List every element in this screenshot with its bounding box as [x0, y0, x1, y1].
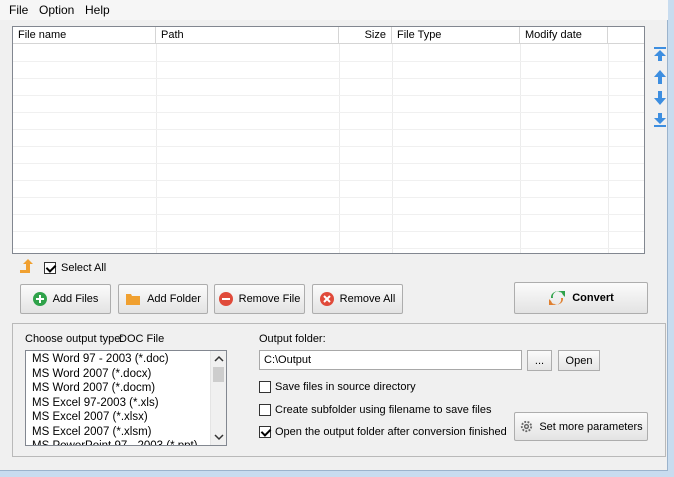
- grid-row-line: [13, 95, 644, 96]
- grid-column-line: [520, 44, 521, 253]
- browse-button[interactable]: ...: [527, 350, 552, 371]
- grid-column-line: [608, 44, 609, 253]
- column-header-blank: [608, 27, 644, 44]
- column-header-file-type[interactable]: File Type: [392, 27, 520, 44]
- menu-option[interactable]: Option: [39, 3, 74, 17]
- output-type-label: Choose output type:: [25, 333, 124, 345]
- menu-help[interactable]: Help: [85, 3, 110, 17]
- grid-row-line: [13, 180, 644, 181]
- grid-row-line: [13, 112, 644, 113]
- file-list-table[interactable]: File name Path Size File Type Modify dat…: [12, 26, 645, 254]
- column-header-modify-date[interactable]: Modify date: [520, 27, 608, 44]
- open-after-label: Open the output folder after conversion …: [275, 426, 507, 438]
- output-settings-panel: Choose output type: DOC File MS Word 97 …: [12, 323, 666, 457]
- select-all-checkbox[interactable]: [44, 262, 56, 274]
- output-type-list[interactable]: MS Word 97 - 2003 (*.doc) MS Word 2007 (*…: [25, 350, 227, 446]
- remove-file-button[interactable]: Remove File: [214, 284, 305, 314]
- grid-row-line: [13, 146, 644, 147]
- open-button[interactable]: Open: [558, 350, 600, 371]
- convert-button[interactable]: Convert: [514, 282, 648, 314]
- remove-all-button[interactable]: Remove All: [312, 284, 403, 314]
- grid-row-line: [13, 129, 644, 130]
- create-subfolder-label: Create subfolder using filename to save …: [275, 404, 492, 416]
- add-files-label: Add Files: [52, 293, 99, 305]
- add-folder-button[interactable]: Add Folder: [118, 284, 208, 314]
- output-type-item[interactable]: MS Excel 97-2003 (*.xls): [32, 397, 159, 409]
- app-window: File Option Help File name Path Size Fil…: [0, 0, 668, 471]
- column-header-size[interactable]: Size: [339, 27, 392, 44]
- add-folder-label: Add Folder: [147, 293, 201, 305]
- remove-all-label: Remove All: [339, 293, 396, 305]
- move-top-icon[interactable]: [652, 46, 668, 62]
- output-type-item[interactable]: MS Excel 2007 (*.xlsx): [32, 411, 148, 423]
- x-icon: [319, 292, 334, 306]
- move-down-icon[interactable]: [652, 90, 668, 106]
- save-source-dir-checkbox[interactable]: [259, 381, 271, 393]
- scroll-thumb[interactable]: [213, 367, 224, 382]
- grid-column-line: [156, 44, 157, 253]
- scroll-up-icon[interactable]: [211, 351, 227, 367]
- set-more-parameters-button[interactable]: Set more parameters: [514, 412, 648, 441]
- remove-file-label: Remove File: [238, 293, 301, 305]
- convert-arrows-icon: [549, 291, 566, 305]
- column-header-file-name[interactable]: File name: [13, 27, 156, 44]
- grid-row-line: [13, 248, 644, 249]
- scroll-down-icon[interactable]: [211, 429, 227, 445]
- grid-row-line: [13, 163, 644, 164]
- grid-column-line: [339, 44, 340, 253]
- open-after-checkbox[interactable]: [259, 426, 271, 438]
- create-subfolder-checkbox[interactable]: [259, 404, 271, 416]
- set-more-parameters-label: Set more parameters: [539, 420, 643, 433]
- move-bottom-icon[interactable]: [652, 112, 668, 128]
- add-files-button[interactable]: Add Files: [20, 284, 111, 314]
- grid-row-line: [13, 61, 644, 62]
- menu-bar: File Option Help: [0, 0, 668, 20]
- output-type-value: DOC File: [119, 333, 165, 345]
- output-type-item[interactable]: MS Word 2007 (*.docm): [32, 382, 155, 394]
- output-folder-input[interactable]: C:\Output: [259, 350, 522, 370]
- column-header-path[interactable]: Path: [156, 27, 339, 44]
- output-type-item[interactable]: MS PowerPoint 97 - 2003 (*.ppt): [32, 440, 198, 445]
- grid-column-line: [392, 44, 393, 253]
- plus-icon: [32, 292, 47, 306]
- gear-icon: [521, 420, 533, 433]
- convert-label: Convert: [572, 292, 614, 304]
- menu-file[interactable]: File: [9, 3, 28, 17]
- minus-icon: [218, 292, 233, 306]
- folder-icon: [126, 294, 141, 305]
- move-up-icon[interactable]: [652, 69, 668, 85]
- output-type-item[interactable]: MS Word 97 - 2003 (*.doc): [32, 353, 169, 365]
- output-type-item[interactable]: MS Word 2007 (*.docx): [32, 368, 151, 380]
- select-all-label: Select All: [61, 262, 107, 274]
- grid-row-line: [13, 78, 644, 79]
- up-level-icon[interactable]: [18, 259, 36, 275]
- save-source-dir-label: Save files in source directory: [275, 381, 416, 393]
- list-scrollbar[interactable]: [210, 351, 226, 445]
- grid-row-line: [13, 231, 644, 232]
- grid-row-line: [13, 197, 644, 198]
- grid-row-line: [13, 214, 644, 215]
- output-type-item[interactable]: MS Excel 2007 (*.xlsm): [32, 426, 152, 438]
- output-folder-label: Output folder:: [259, 333, 326, 345]
